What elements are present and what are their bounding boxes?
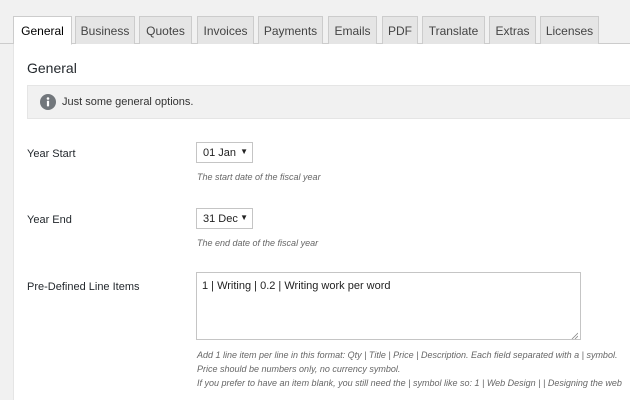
tab-emails[interactable]: Emails [328,16,377,44]
tab-general[interactable]: General [13,16,72,45]
tab-pdf[interactable]: PDF [382,16,418,44]
section-title: General [27,60,77,76]
settings-tabs: General Business Quotes Invoices Payment… [0,0,630,45]
chevron-down-icon: ▼ [240,147,248,156]
year-end-value: 31 Dec [203,212,238,225]
tab-extras[interactable]: Extras [489,16,536,44]
year-start-value: 01 Jan [203,146,237,159]
tab-invoices[interactable]: Invoices [197,16,254,44]
line-items-description-1: Add 1 line item per line in this format:… [197,350,618,360]
line-items-description-2: Price should be numbers only, no currenc… [197,364,401,374]
year-start-label: Year Start [27,148,76,160]
line-items-label: Pre-Defined Line Items [27,281,140,293]
line-items-textarea[interactable]: 1 | Writing | 0.2 | Writing work per wor… [196,272,581,340]
info-notice: Just some general options. [27,85,630,119]
tab-translate[interactable]: Translate [422,16,485,44]
year-start-description: The start date of the fiscal year [197,172,321,182]
info-icon [40,94,56,110]
year-end-description: The end date of the fiscal year [197,238,319,248]
line-items-value: 1 | Writing | 0.2 | Writing work per wor… [202,280,391,292]
settings-panel: General Just some general options. Year … [13,44,630,400]
line-items-description-3: If you prefer to have an item blank, you… [197,378,622,388]
year-start-select[interactable]: 01 Jan ▼ [196,142,253,163]
resize-grip-icon[interactable] [571,330,579,340]
tab-business[interactable]: Business [75,16,135,44]
tab-payments[interactable]: Payments [258,16,323,44]
chevron-down-icon: ▼ [240,213,248,222]
notice-text: Just some general options. [62,96,194,108]
tab-quotes[interactable]: Quotes [139,16,192,44]
year-end-label: Year End [27,214,72,226]
tab-licenses[interactable]: Licenses [540,16,599,44]
year-end-select[interactable]: 31 Dec ▼ [196,208,253,229]
